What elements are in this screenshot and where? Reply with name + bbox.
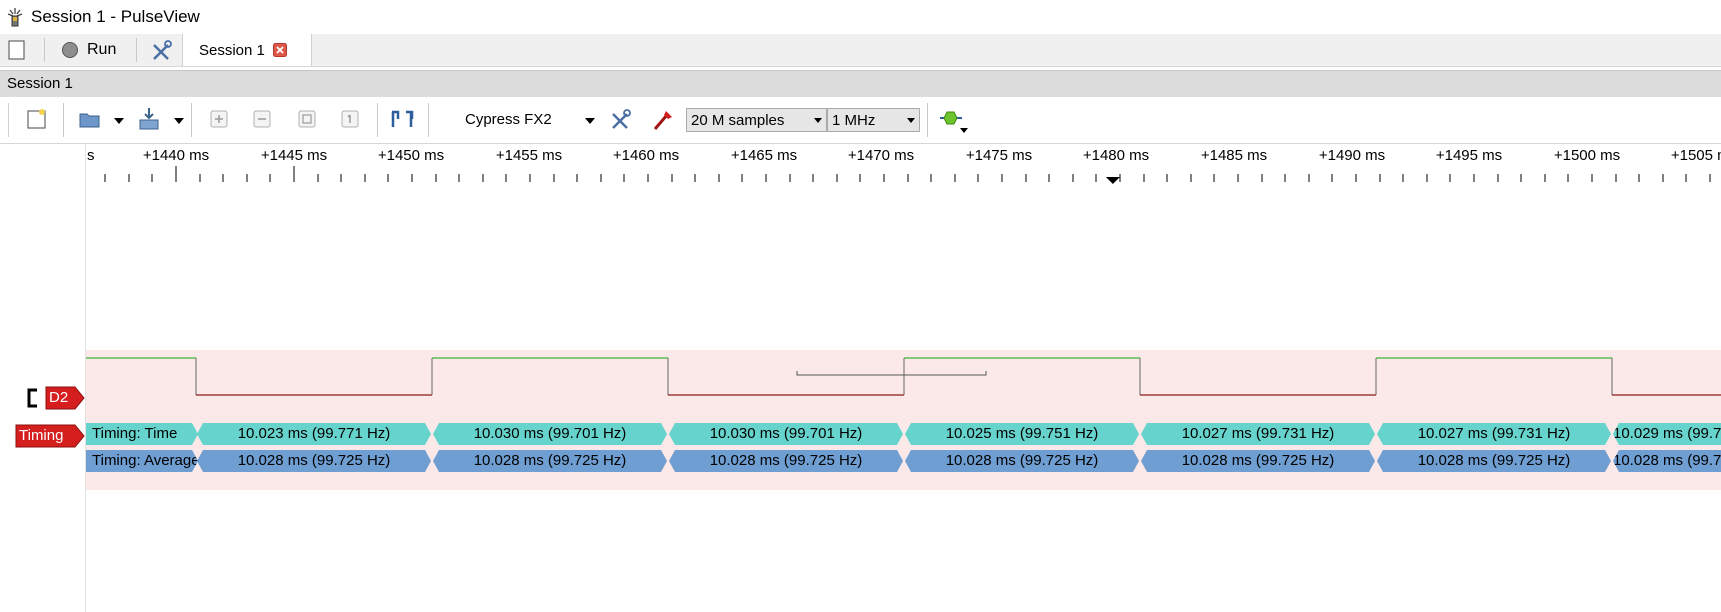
open-folder-icon[interactable] — [78, 108, 102, 130]
zoom-original-icon[interactable] — [341, 110, 359, 128]
sample-count-select[interactable]: 20 M samples — [686, 108, 827, 132]
decoder-row-label: Timing: Time — [86, 423, 198, 445]
decoder-annotation[interactable]: 10.029 ms (99.711 Hz) — [1613, 423, 1721, 445]
close-tab-icon[interactable] — [273, 43, 287, 57]
cursor-marker — [1105, 177, 1120, 184]
add-decoder-icon[interactable] — [938, 109, 970, 135]
samplerate-select[interactable]: 1 MHz — [827, 108, 920, 132]
chevron-down-icon — [814, 118, 822, 123]
decoder-row-average: Timing: Average 10.028 ms (99.725 Hz) 10.0… — [86, 449, 1721, 473]
decoder-annotation[interactable]: 10.023 ms (99.771 Hz) — [197, 423, 431, 445]
measurement-bracket — [796, 371, 987, 376]
tab-label: Session 1 — [199, 42, 265, 59]
chevron-down-icon — [907, 118, 915, 123]
new-session-icon[interactable] — [6, 39, 28, 61]
settings-tools-icon[interactable] — [150, 39, 174, 63]
open-dropdown-arrow[interactable] — [114, 118, 124, 124]
decoder-annotation[interactable]: 10.028 ms (99.725 Hz) — [905, 450, 1139, 472]
decoder-annotation[interactable]: 10.028 ms (99.725 Hz) — [197, 450, 431, 472]
channel-label-panel — [0, 144, 86, 612]
sample-count-value: 20 M samples — [691, 112, 785, 129]
decoder-annotation[interactable]: 10.028 ms (99.725 Hz) — [1141, 450, 1375, 472]
zoom-out-icon[interactable] — [253, 110, 271, 128]
decoder-row-label: Timing: Average — [86, 450, 198, 472]
decoder-annotation[interactable]: 10.027 ms (99.731 Hz) — [1377, 423, 1611, 445]
d2-channel-label: D2 — [49, 389, 69, 406]
tab-session[interactable]: Session 1 — [182, 34, 312, 66]
save-dropdown-arrow[interactable] — [174, 118, 184, 124]
device-config-icon[interactable] — [609, 108, 633, 132]
run-icon[interactable] — [61, 41, 79, 59]
samplerate-value: 1 MHz — [832, 112, 876, 129]
decoder-row-time: Timing: Time 10.023 ms (99.771 Hz) 10.030 … — [86, 422, 1721, 446]
window-title: Session 1 - PulseView — [31, 7, 200, 26]
cursor-toggle-icon[interactable] — [390, 109, 414, 129]
decoder-annotation[interactable]: 10.028 ms (99.725 Hz) — [433, 450, 667, 472]
d2-waveform — [86, 357, 1721, 396]
pulseview-logo-icon — [7, 8, 23, 27]
zoom-in-icon[interactable] — [210, 110, 228, 128]
zoom-fit-icon[interactable] — [298, 110, 316, 128]
decoder-annotation[interactable]: 10.028 ms (99.725 Hz) — [1377, 450, 1611, 472]
decoder-annotation[interactable]: 10.028 ms (99.725 Hz) — [669, 450, 903, 472]
channel-handle-icon[interactable] — [26, 388, 40, 408]
session-label: Session 1 — [7, 75, 73, 92]
decoder-annotation[interactable]: 10.027 ms (99.731 Hz) — [1141, 423, 1375, 445]
run-button[interactable]: Run — [87, 41, 116, 59]
probe-icon[interactable] — [651, 107, 675, 133]
decoder-annotation[interactable]: 10.030 ms (99.701 Hz) — [669, 423, 903, 445]
decoder-annotation[interactable]: 10.030 ms (99.701 Hz) — [433, 423, 667, 445]
timing-decoder-label: Timing — [19, 427, 64, 444]
decoder-annotation[interactable]: 10.028 ms (99.725 Hz) — [1613, 450, 1721, 472]
save-icon[interactable] — [137, 106, 161, 132]
time-ruler[interactable]: s +1440 ms +1445 ms +1450 ms +1455 ms +1460 m… — [86, 144, 1721, 186]
session-header: Session 1 — [0, 70, 1721, 98]
device-toolbar: Cypress FX2 20 M samples 1 MHz — [0, 97, 1721, 144]
title-bar: Session 1 - PulseView — [0, 0, 1721, 34]
decoder-annotation[interactable]: 10.025 ms (99.751 Hz) — [905, 423, 1139, 445]
device-dropdown-arrow[interactable] — [585, 118, 595, 124]
new-view-icon[interactable] — [26, 108, 48, 130]
ruler-ticks — [104, 166, 1711, 184]
device-selector[interactable]: Cypress FX2 — [465, 111, 552, 128]
